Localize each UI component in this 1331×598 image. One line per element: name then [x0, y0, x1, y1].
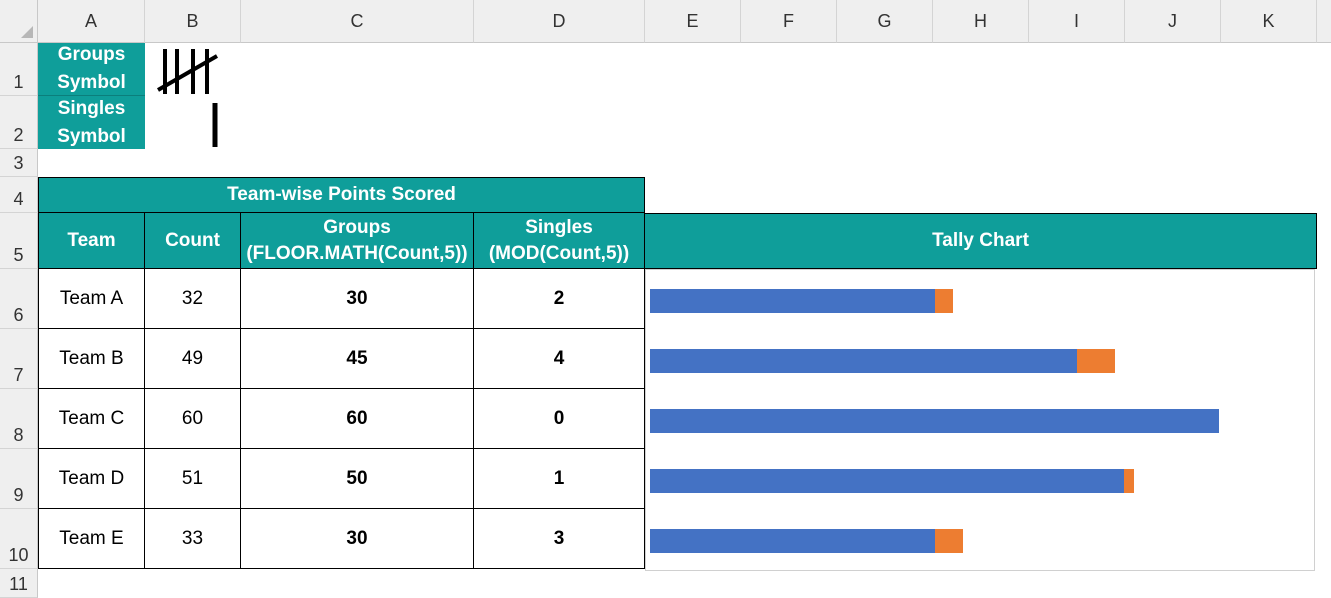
- singles-bar[interactable]: [934, 529, 963, 553]
- column-header-h[interactable]: H: [933, 0, 1029, 43]
- row-header-8[interactable]: 8: [0, 389, 38, 449]
- header-groups[interactable]: Groups (FLOOR.MATH(Count,5)): [241, 213, 474, 269]
- table-cell-singles[interactable]: 3: [474, 509, 645, 569]
- singles-symbol-label-line2: Symbol: [57, 125, 126, 147]
- header-singles-line2: (MOD(Count,5)): [488, 242, 630, 264]
- header-singles-line1: Singles: [525, 216, 593, 238]
- column-header-d[interactable]: D: [474, 0, 645, 43]
- table-cell-count[interactable]: 51: [145, 449, 241, 509]
- tally-group-icon: [157, 49, 218, 94]
- groups-bar[interactable]: [650, 469, 1125, 493]
- table-cell-singles[interactable]: 2: [474, 269, 645, 329]
- groups-symbol-label-line2: Symbol: [57, 72, 126, 93]
- table-cell-singles[interactable]: 0: [474, 389, 645, 449]
- singles-symbol-label-line1: Singles: [57, 97, 126, 119]
- table-cell-groups[interactable]: 45: [241, 329, 474, 389]
- row-header-9[interactable]: 9: [0, 449, 38, 509]
- row-header-4[interactable]: 4: [0, 177, 38, 213]
- row-header-7[interactable]: 7: [0, 329, 38, 389]
- row-header-1[interactable]: 1: [0, 43, 38, 96]
- table-cell-team[interactable]: Team E: [38, 509, 145, 569]
- table-cell-groups[interactable]: 30: [241, 509, 474, 569]
- column-header-j[interactable]: J: [1125, 0, 1221, 43]
- table-cell-count[interactable]: 32: [145, 269, 241, 329]
- column-header-i[interactable]: I: [1029, 0, 1125, 43]
- tally-chart[interactable]: [645, 269, 1315, 571]
- groups-bar[interactable]: [650, 409, 1219, 433]
- header-count[interactable]: Count: [145, 213, 241, 269]
- groups-symbol-label[interactable]: Groups Symbol: [38, 43, 145, 96]
- singles-symbol-label[interactable]: Singles Symbol: [38, 96, 145, 149]
- singles-bar[interactable]: [1124, 469, 1134, 493]
- table-cell-groups[interactable]: 50: [241, 449, 474, 509]
- table-cell-singles[interactable]: 1: [474, 449, 645, 509]
- row-header-10[interactable]: 10: [0, 509, 38, 569]
- column-header-g[interactable]: G: [837, 0, 933, 43]
- table-cell-count[interactable]: 33: [145, 509, 241, 569]
- header-groups-line1: Groups: [323, 216, 391, 238]
- table-cell-singles[interactable]: 4: [474, 329, 645, 389]
- table-cell-groups[interactable]: 60: [241, 389, 474, 449]
- table-cell-team[interactable]: Team B: [38, 329, 145, 389]
- table-cell-team[interactable]: Team C: [38, 389, 145, 449]
- row-header-2[interactable]: 2: [0, 96, 38, 149]
- table-cell-groups[interactable]: 30: [241, 269, 474, 329]
- column-header-f[interactable]: F: [741, 0, 837, 43]
- singles-bar[interactable]: [934, 289, 954, 313]
- groups-bar[interactable]: [650, 289, 935, 313]
- table-cell-team[interactable]: Team A: [38, 269, 145, 329]
- column-header-e[interactable]: E: [645, 0, 741, 43]
- table-cell-team[interactable]: Team D: [38, 449, 145, 509]
- row-header-5[interactable]: 5: [0, 213, 38, 269]
- singles-bar[interactable]: [1076, 349, 1115, 373]
- column-header-overflow: [1317, 0, 1331, 43]
- table-cell-count[interactable]: 49: [145, 329, 241, 389]
- table-title[interactable]: Team-wise Points Scored: [38, 177, 645, 213]
- row-header-6[interactable]: 6: [0, 269, 38, 329]
- select-all-corner[interactable]: [0, 0, 38, 43]
- tally-single-icon: [212, 103, 218, 147]
- groups-symbol-label-line1: Groups: [57, 44, 126, 65]
- groups-bar[interactable]: [650, 349, 1077, 373]
- header-groups-line2: (FLOOR.MATH(Count,5)): [246, 242, 468, 264]
- header-singles[interactable]: Singles (MOD(Count,5)): [474, 213, 645, 269]
- groups-bar[interactable]: [650, 529, 935, 553]
- column-header-k[interactable]: K: [1221, 0, 1317, 43]
- tally-chart-header[interactable]: Tally Chart: [645, 213, 1317, 269]
- select-all-triangle-icon: [21, 26, 33, 38]
- row-header-11[interactable]: 11: [0, 569, 38, 598]
- header-team[interactable]: Team: [38, 213, 145, 269]
- column-header-b[interactable]: B: [145, 0, 241, 43]
- table-cell-count[interactable]: 60: [145, 389, 241, 449]
- column-header-c[interactable]: C: [241, 0, 474, 43]
- row-header-3[interactable]: 3: [0, 149, 38, 177]
- column-header-a[interactable]: A: [38, 0, 145, 43]
